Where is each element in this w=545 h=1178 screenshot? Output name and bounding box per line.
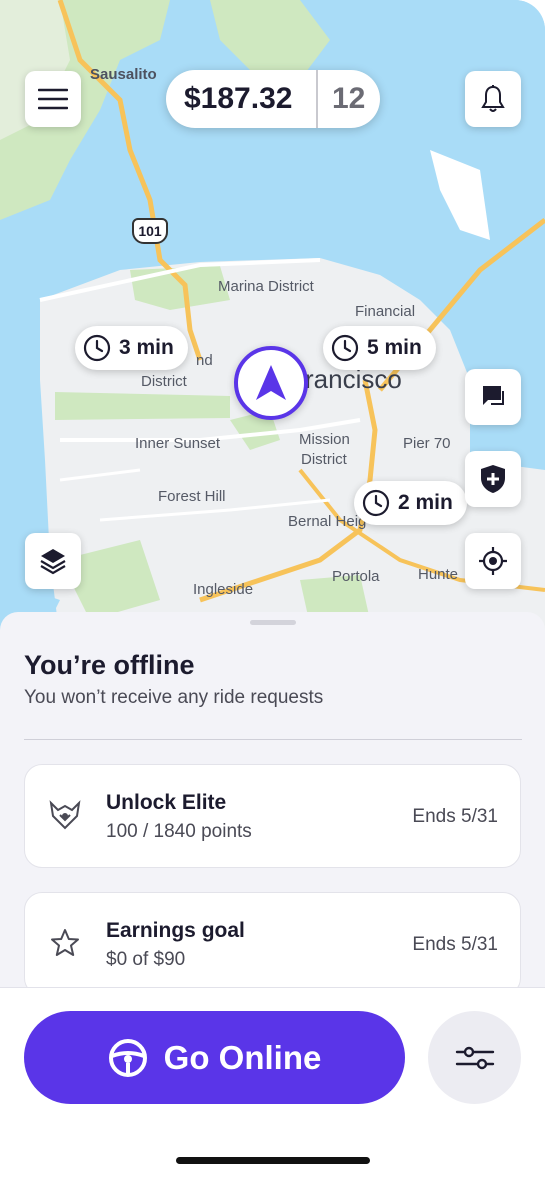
layers-icon bbox=[40, 549, 66, 575]
map-label-sausalito: Sausalito bbox=[90, 66, 157, 83]
card-end-date: Ends 5/31 bbox=[412, 806, 498, 827]
bell-icon bbox=[481, 85, 505, 112]
card-title: Earnings goal bbox=[106, 919, 245, 942]
go-online-label: Go Online bbox=[163, 1038, 322, 1076]
sheet-divider bbox=[24, 739, 522, 740]
map-label-mission: Mission bbox=[299, 431, 350, 448]
rides-count: 12 bbox=[332, 82, 366, 115]
eta-pill[interactable]: 3 min bbox=[75, 326, 188, 370]
map-label-ingleside: Ingleside bbox=[193, 581, 254, 598]
sliders-icon bbox=[455, 1046, 494, 1069]
home-indicator[interactable] bbox=[176, 1157, 370, 1164]
go-online-button[interactable]: Go Online bbox=[24, 1011, 405, 1104]
recenter-button[interactable] bbox=[465, 533, 521, 589]
map-layers-button[interactable] bbox=[25, 533, 81, 589]
safety-button[interactable] bbox=[465, 451, 521, 507]
map-label-district-left2: District bbox=[141, 373, 187, 390]
earnings-pill[interactable]: $187.32 12 bbox=[166, 70, 380, 128]
card-end-date: Ends 5/31 bbox=[412, 934, 498, 955]
map-label-pier: Pier 70 bbox=[403, 435, 451, 452]
eta-pill[interactable]: 2 min bbox=[354, 481, 467, 525]
card-subtitle: $0 of $90 bbox=[106, 949, 186, 970]
map-view[interactable]: Sausalito 101 Marina District Financial … bbox=[0, 0, 545, 640]
map-label-financial: Financial bbox=[355, 303, 416, 320]
navigation-arrow-icon bbox=[256, 365, 286, 400]
sheet-handle[interactable] bbox=[250, 620, 296, 625]
card-subtitle: 100 / 1840 points bbox=[106, 821, 252, 842]
current-location-marker bbox=[234, 346, 308, 420]
clock-icon bbox=[331, 334, 359, 362]
notifications-button[interactable] bbox=[465, 71, 521, 127]
menu-button[interactable] bbox=[25, 71, 81, 127]
card-title: Unlock Elite bbox=[106, 791, 227, 814]
elite-badge-icon bbox=[49, 799, 81, 831]
map-label-hunters: Hunte bbox=[418, 566, 459, 583]
preferences-button[interactable] bbox=[428, 1011, 521, 1104]
locate-icon bbox=[479, 547, 507, 575]
eta-label: 5 min bbox=[367, 336, 422, 359]
messages-button[interactable] bbox=[465, 369, 521, 425]
map-label-forest-hill: Forest Hill bbox=[158, 488, 226, 505]
eta-label: 3 min bbox=[119, 336, 174, 359]
status-subtitle: You won’t receive any ride requests bbox=[24, 687, 324, 708]
map-label-bernal: Bernal Heig bbox=[288, 513, 367, 530]
shield-plus-icon bbox=[481, 465, 505, 493]
map-label-mission2: District bbox=[301, 451, 347, 468]
map-label-inner-sunset: Inner Sunset bbox=[135, 435, 221, 452]
earnings-goal-card[interactable]: Earnings goal $0 of $90 Ends 5/31 bbox=[24, 892, 521, 996]
clock-icon bbox=[362, 489, 390, 517]
highway-shield: 101 bbox=[132, 218, 168, 244]
map-label-portola: Portola bbox=[332, 568, 380, 585]
clock-icon bbox=[83, 334, 111, 362]
steering-wheel-icon bbox=[108, 1038, 147, 1077]
star-icon bbox=[49, 927, 81, 959]
eta-pill[interactable]: 5 min bbox=[323, 326, 436, 370]
elite-card[interactable]: Unlock Elite 100 / 1840 points Ends 5/31 bbox=[24, 764, 521, 868]
status-title: You’re offline bbox=[24, 650, 195, 680]
menu-icon bbox=[38, 88, 68, 110]
map-label-marina: Marina District bbox=[218, 278, 314, 295]
eta-label: 2 min bbox=[398, 491, 453, 514]
earnings-amount: $187.32 bbox=[184, 82, 293, 115]
flag-chat-icon bbox=[483, 386, 504, 405]
map-label-district-left: nd bbox=[196, 352, 213, 369]
